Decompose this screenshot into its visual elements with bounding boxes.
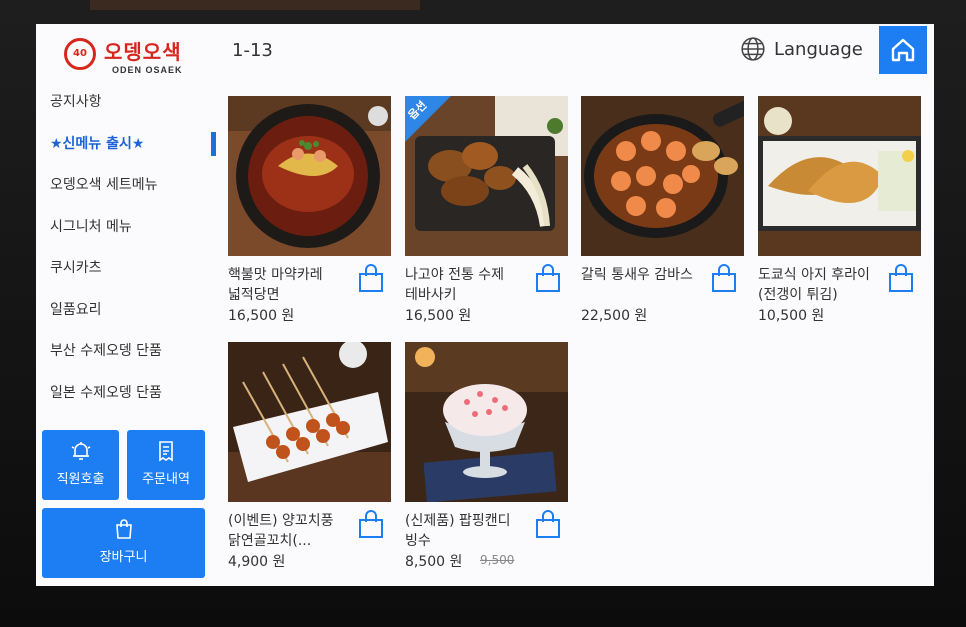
home-button[interactable] [879, 26, 927, 74]
menu-item-name: 갈릭 통새우 감바스 [581, 267, 693, 283]
logo-mark: 40 [64, 38, 96, 70]
menu-item-name: 나고야 전통 수제 테바사키 [405, 267, 505, 303]
menu-item-price: 8,500 원 [405, 554, 463, 570]
menu-item-price: 22,500 원 [581, 308, 648, 324]
add-to-cart-icon[interactable] [710, 263, 738, 293]
food-photo-bingsu [405, 342, 568, 502]
menu-card-curry-noodle[interactable]: 핵불맛 마약카레 넓적당면 16,500 원 [228, 96, 391, 336]
sidebar-item-busan-oden[interactable]: 부산 수제오뎅 단품 [36, 339, 216, 381]
item-count: 1-13 [232, 40, 273, 61]
menu-card-tebasaki[interactable]: 옵션 나고야 전통 수제 테바사키 16,500 원 [405, 96, 568, 336]
language-button[interactable]: Language [740, 36, 863, 62]
food-photo-gambas [581, 96, 744, 256]
sidebar-item-notice[interactable]: 공지사항 [36, 90, 216, 132]
logo-title: 오뎅오색 [104, 40, 182, 64]
menu-item-price: 4,900 원 [228, 554, 286, 570]
bell-icon [71, 442, 90, 460]
sidebar-item-new-menu[interactable]: ★신메뉴 출시★ [36, 131, 216, 174]
menu-item-price: 16,500 원 [228, 308, 295, 324]
bezel-top-strip [90, 0, 420, 10]
globe-icon [741, 37, 765, 61]
food-photo-aji-fry [758, 96, 921, 256]
sidebar-item-kushikatsu[interactable]: 쿠시카츠 [36, 256, 216, 298]
sidebar-item-dishes[interactable]: 일품요리 [36, 298, 216, 340]
add-to-cart-icon[interactable] [534, 509, 562, 539]
menu-item-name: 핵불맛 마약카레 넓적당면 [228, 267, 323, 303]
food-photo-tebasaki: 옵션 [405, 96, 568, 256]
cart-label: 장바구니 [99, 550, 148, 565]
menu-item-name: (이벤트) 양꼬치풍 닭연골꼬치(... [228, 513, 334, 549]
menu-item-price: 16,500 원 [405, 308, 472, 324]
brand-logo: 40 오뎅오색 ODEN OSAEK [60, 34, 200, 84]
sidebar-item-set-menu[interactable]: 오뎅오색 세트메뉴 [36, 173, 216, 215]
menu-card-bingsu[interactable]: (신제품) 팝핑캔디 빙수 8,500 원 9,500 [405, 342, 568, 582]
original-price: 9,500 [480, 553, 515, 567]
menu-item-name: (신제품) 팝핑캔디 빙수 [405, 513, 511, 549]
sidebar: 40 오뎅오색 ODEN OSAEK 공지사항 ★신메뉴 출시★ 오뎅오색 세트… [36, 24, 216, 586]
menu-card-skewers[interactable]: (이벤트) 양꼬치풍 닭연골꼬치(... 4,900 원 [228, 342, 391, 582]
top-bar: 1-13 Language [216, 24, 934, 78]
sidebar-item-signature[interactable]: 시그니처 메뉴 [36, 215, 216, 257]
language-label: Language [774, 38, 863, 60]
add-to-cart-icon[interactable] [534, 263, 562, 293]
home-icon [891, 38, 915, 62]
order-history-label: 주문내역 [142, 472, 190, 487]
food-photo-curry-noodle [228, 96, 391, 256]
menu-card-aji-fry[interactable]: 도쿄식 아지 후라이(전갱이 튀김) 10,500 원 [758, 96, 921, 336]
add-to-cart-icon[interactable] [357, 509, 385, 539]
shopping-bag-icon [115, 519, 132, 539]
staff-call-button[interactable]: 직원호출 [42, 430, 119, 500]
logo-subtitle: ODEN OSAEK [112, 65, 183, 75]
menu-card-gambas[interactable]: 갈릭 통새우 감바스 22,500 원 [581, 96, 744, 336]
category-menu: 공지사항 ★신메뉴 출시★ 오뎅오색 세트메뉴 시그니처 메뉴 쿠시카츠 일품요… [36, 90, 216, 422]
receipt-icon [159, 441, 173, 462]
order-history-button[interactable]: 주문내역 [127, 430, 205, 500]
add-to-cart-icon[interactable] [357, 263, 385, 293]
staff-call-label: 직원호출 [56, 472, 105, 487]
sidebar-item-japan-oden[interactable]: 일본 수제오뎅 단품 [36, 381, 216, 423]
kiosk-screen: 40 오뎅오색 ODEN OSAEK 공지사항 ★신메뉴 출시★ 오뎅오색 세트… [36, 24, 934, 586]
menu-item-price: 10,500 원 [758, 308, 825, 324]
cart-button[interactable]: 장바구니 [42, 508, 205, 578]
food-photo-skewers [228, 342, 391, 502]
menu-item-name: 도쿄식 아지 후라이(전갱이 튀김) [758, 267, 870, 303]
add-to-cart-icon[interactable] [887, 263, 915, 293]
